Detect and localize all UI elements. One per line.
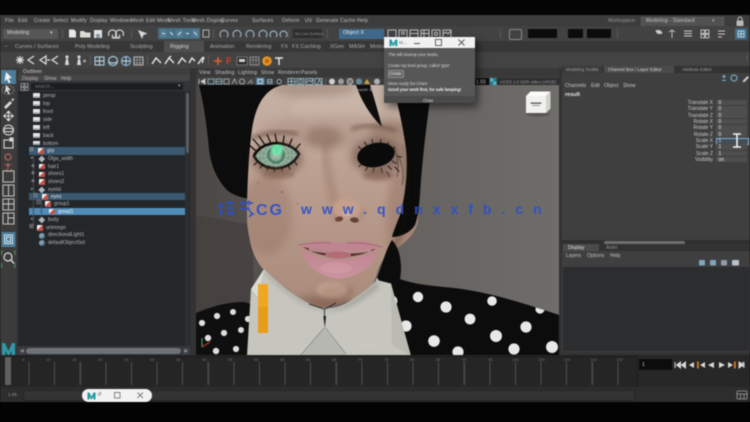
svg-text:ACES 1.0 SDR-video (sRGB): ACES 1.0 SDR-video (sRGB) bbox=[500, 79, 557, 84]
svg-text:CG: CG bbox=[256, 202, 284, 219]
svg-text:persp: persp bbox=[363, 343, 375, 348]
svg-text:www.qdnxxfb.cn: www.qdnxxfb.cn bbox=[300, 201, 552, 217]
svg-text:humanIK Squash: humanIK Squash bbox=[352, 87, 383, 92]
svg-text:F: F bbox=[226, 56, 232, 66]
